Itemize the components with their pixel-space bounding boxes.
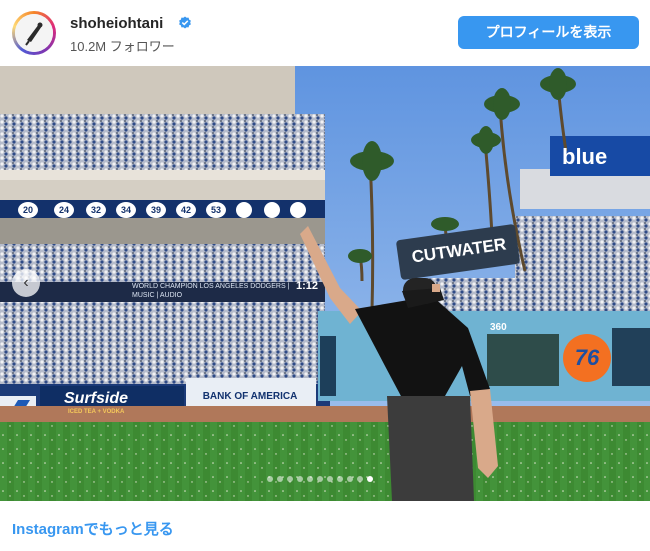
carousel-dot[interactable] (357, 476, 363, 482)
retired-number: 24 (54, 202, 74, 218)
retired-number (236, 202, 252, 218)
blue-sign: blue (562, 144, 608, 169)
avatar-image (15, 14, 53, 52)
bank-of-america-ad: BANK OF AMERICA (202, 391, 298, 402)
carousel-prev-button[interactable]: ‹ (12, 269, 40, 297)
post-header: shoheiohtani 10.2M フォロワー プロフィールを表示 (0, 0, 650, 66)
carousel-dot[interactable] (267, 476, 273, 482)
carousel-dot[interactable] (297, 476, 303, 482)
carousel-dot[interactable] (277, 476, 283, 482)
retired-number: 32 (86, 202, 106, 218)
retired-number: 39 (146, 202, 166, 218)
scoreboard-clock: 1:12 (296, 280, 319, 292)
carousel-dot[interactable] (287, 476, 293, 482)
retired-number: 42 (176, 202, 196, 218)
carousel-dot[interactable] (337, 476, 343, 482)
follower-count: 10.2M フォロワー (70, 39, 175, 54)
retired-number: 20 (18, 202, 38, 218)
carousel-dot[interactable] (307, 476, 313, 482)
carousel-dot[interactable] (317, 476, 323, 482)
more-on-instagram-link[interactable]: Instagramでもっと見る (12, 518, 174, 539)
stadium-banner: WORLD CHAMPION LOS ANGELES DODGERS | MUS… (132, 283, 290, 299)
retired-number: 34 (116, 202, 136, 218)
username[interactable]: shoheiohtani (70, 15, 163, 32)
view-profile-button[interactable]: プロフィールを表示 (458, 16, 639, 49)
retired-number (290, 202, 306, 218)
stadium-photo (0, 66, 650, 501)
carousel-dot[interactable] (347, 476, 353, 482)
retired-number (264, 202, 280, 218)
surfside-logo-text: Surfside (64, 390, 129, 407)
carousel-dot[interactable] (327, 476, 333, 482)
union76-logo: 76 (574, 345, 600, 370)
surfside-tagline: ICED TEA + VODKA (68, 409, 125, 415)
carousel-dot-active[interactable] (367, 476, 373, 482)
chevron-left-icon: ‹ (23, 274, 29, 291)
section-number: 360 (490, 322, 507, 333)
surfside-ad: Surfside ICED TEA + VODKA (42, 388, 182, 422)
avatar[interactable] (12, 11, 56, 55)
retired-number: 53 (206, 202, 226, 218)
retired-numbers-band: 20 24 32 34 39 42 53 (18, 202, 308, 218)
post-media-photo[interactable]: 20 24 32 34 39 42 53 WORLD CHAMPION LOS … (0, 66, 650, 501)
instagram-embed-card: shoheiohtani 10.2M フォロワー プロフィールを表示 20 24… (0, 0, 650, 551)
verified-badge-icon (179, 16, 191, 29)
